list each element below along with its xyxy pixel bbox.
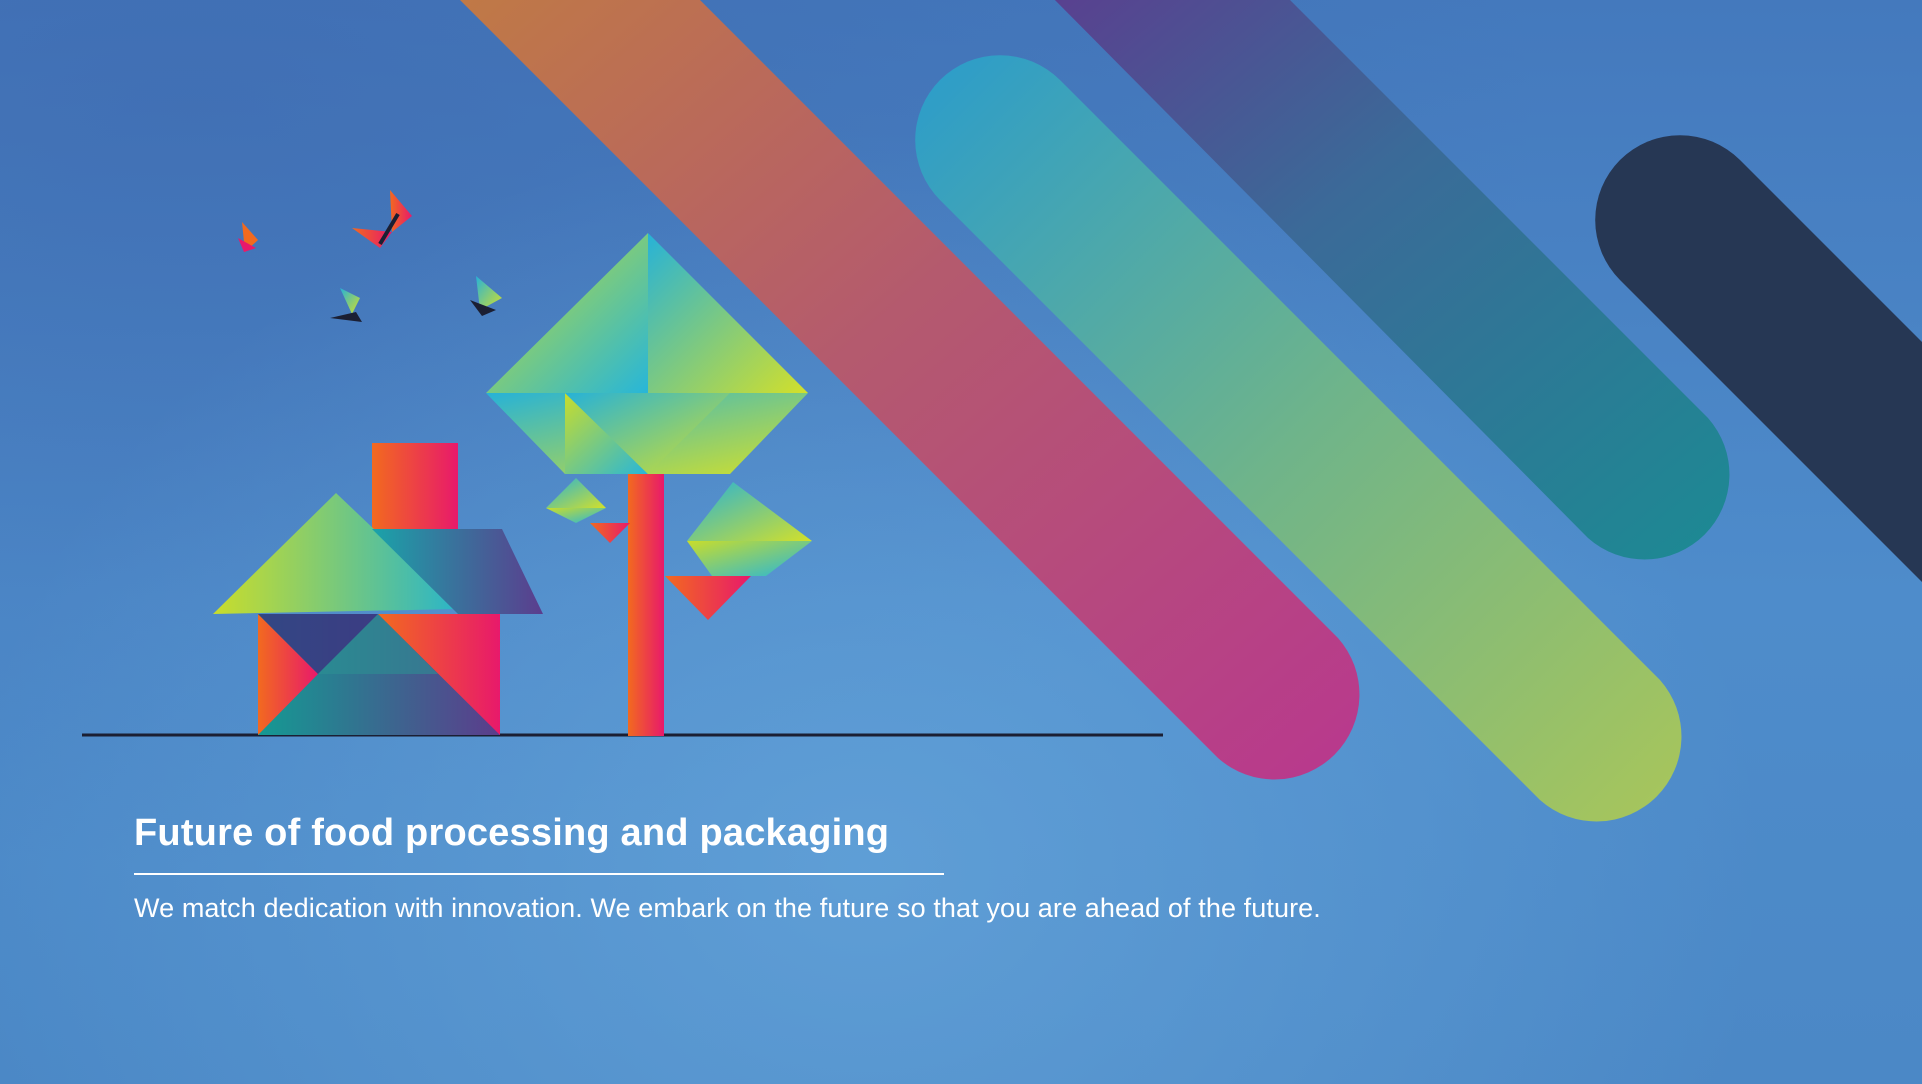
- tree-icon: [486, 233, 812, 736]
- tagline: We match dedication with innovation. We …: [134, 893, 1321, 923]
- title-underline: [134, 873, 944, 875]
- butterfly-icon: [238, 190, 502, 322]
- page-title: Future of food processing and packaging: [134, 812, 890, 854]
- house-icon: [213, 443, 543, 735]
